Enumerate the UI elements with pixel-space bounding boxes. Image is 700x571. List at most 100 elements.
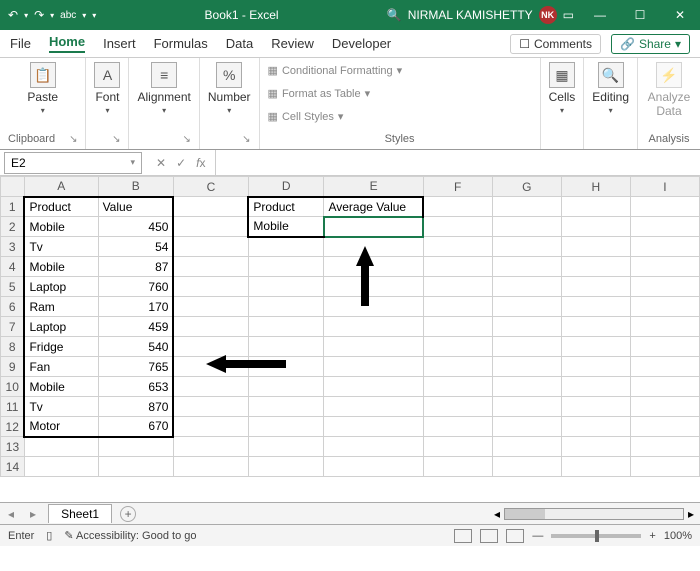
cell[interactable] [630, 197, 699, 217]
cell[interactable] [492, 437, 561, 457]
cell[interactable]: Mobile [24, 217, 98, 237]
hscroll-left-icon[interactable]: ◂ [494, 507, 500, 521]
cancel-formula-icon[interactable]: ✕ [156, 156, 166, 170]
comments-button[interactable]: ☐ Comments [510, 34, 601, 54]
cell[interactable]: Ram [24, 297, 98, 317]
col-header[interactable]: D [248, 177, 324, 197]
cell[interactable] [492, 337, 561, 357]
row-header[interactable]: 3 [1, 237, 25, 257]
row-header[interactable]: 11 [1, 397, 25, 417]
col-header[interactable]: F [423, 177, 492, 197]
cell[interactable] [630, 297, 699, 317]
cell[interactable]: 765 [98, 357, 173, 377]
cell[interactable] [173, 397, 248, 417]
close-button[interactable]: ✕ [660, 0, 700, 30]
cell[interactable] [423, 217, 492, 237]
cell[interactable] [630, 337, 699, 357]
cell[interactable]: Fan [24, 357, 98, 377]
col-header[interactable]: H [561, 177, 630, 197]
cell[interactable] [423, 377, 492, 397]
row-header[interactable]: 9 [1, 357, 25, 377]
col-header[interactable]: G [492, 177, 561, 197]
cell[interactable] [24, 437, 98, 457]
select-all-corner[interactable] [1, 177, 25, 197]
zoom-slider[interactable] [551, 534, 641, 538]
cell[interactable] [324, 417, 423, 437]
cell[interactable] [561, 217, 630, 237]
fx-icon[interactable]: fx [196, 156, 205, 170]
cell[interactable] [423, 257, 492, 277]
tab-review[interactable]: Review [271, 36, 314, 51]
zoom-out-button[interactable]: — [532, 530, 543, 542]
row-header[interactable]: 2 [1, 217, 25, 237]
col-header[interactable]: C [173, 177, 248, 197]
cell[interactable]: 540 [98, 337, 173, 357]
cell[interactable] [324, 457, 423, 477]
page-layout-view-button[interactable] [480, 529, 498, 543]
cell[interactable] [561, 277, 630, 297]
cell[interactable] [324, 357, 423, 377]
cell[interactable] [248, 397, 324, 417]
cell[interactable] [248, 457, 324, 477]
cell[interactable] [98, 457, 173, 477]
cell[interactable] [248, 237, 324, 257]
cell[interactable] [630, 257, 699, 277]
maximize-button[interactable]: ☐ [620, 0, 660, 30]
number-icon[interactable]: % [216, 62, 242, 88]
qat-dropdown[interactable]: ▾ [82, 11, 86, 20]
cell[interactable] [248, 417, 324, 437]
cell[interactable] [173, 337, 248, 357]
accessibility-status[interactable]: ✎ Accessibility: Good to go [64, 529, 196, 542]
redo-dropdown[interactable]: ▾ [50, 11, 54, 20]
cell[interactable] [324, 237, 423, 257]
cell[interactable] [173, 197, 248, 217]
cell[interactable] [324, 277, 423, 297]
cell[interactable] [173, 217, 248, 237]
cell[interactable] [492, 317, 561, 337]
alignment-dropdown[interactable]: ▾ [162, 106, 166, 115]
cell[interactable]: 653 [98, 377, 173, 397]
alignment-launcher-icon[interactable]: ↘ [182, 134, 190, 145]
cell[interactable] [561, 337, 630, 357]
row-header[interactable]: 7 [1, 317, 25, 337]
editing-icon[interactable]: 🔍 [598, 62, 624, 88]
cell[interactable]: Average Value [324, 197, 423, 217]
col-header[interactable]: I [630, 177, 699, 197]
paste-icon[interactable]: 📋 [30, 62, 56, 88]
cell[interactable] [173, 357, 248, 377]
row-header[interactable]: 13 [1, 437, 25, 457]
cell[interactable] [561, 197, 630, 217]
col-header[interactable]: A [24, 177, 98, 197]
format-as-table-button[interactable]: ▦Format as Table ▾ [268, 85, 371, 102]
cell[interactable]: Mobile [24, 377, 98, 397]
cell[interactable] [630, 357, 699, 377]
cell[interactable] [492, 297, 561, 317]
cell[interactable] [561, 257, 630, 277]
cell[interactable]: 760 [98, 277, 173, 297]
font-launcher-icon[interactable]: ↘ [112, 134, 120, 145]
cell[interactable]: 870 [98, 397, 173, 417]
font-dropdown[interactable]: ▾ [105, 106, 109, 115]
cell[interactable] [423, 297, 492, 317]
cell[interactable] [173, 457, 248, 477]
search-icon[interactable]: 🔍 [387, 8, 402, 22]
horizontal-scrollbar[interactable] [504, 508, 684, 520]
cell[interactable]: 670 [98, 417, 173, 437]
zoom-in-button[interactable]: + [649, 530, 655, 542]
name-box[interactable]: E2▾ [4, 152, 142, 174]
cell[interactable] [630, 277, 699, 297]
cell[interactable] [630, 237, 699, 257]
tab-formulas[interactable]: Formulas [154, 36, 208, 51]
share-button[interactable]: 🔗 Share ▾ [611, 34, 690, 54]
row-header[interactable]: 10 [1, 377, 25, 397]
sheet-nav-prev-icon[interactable]: ◂ [0, 507, 22, 521]
cell[interactable] [561, 437, 630, 457]
font-icon[interactable]: A [94, 62, 120, 88]
cell[interactable] [324, 257, 423, 277]
cell[interactable] [423, 337, 492, 357]
active-cell[interactable] [324, 217, 423, 237]
cell[interactable] [98, 437, 173, 457]
cell[interactable] [492, 417, 561, 437]
number-launcher-icon[interactable]: ↘ [242, 134, 250, 145]
cell[interactable] [248, 437, 324, 457]
